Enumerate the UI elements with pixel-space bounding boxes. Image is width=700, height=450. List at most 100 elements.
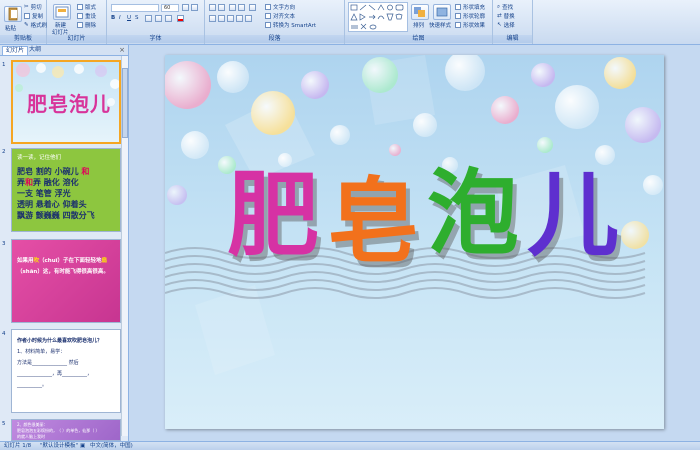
text-direction-label: 文字方向 (273, 5, 296, 11)
slide-thumbnail-5[interactable]: 2、颜色很美丽： 肥皂泡泡五彩缤纷的，（ ）的单色，仙那（ ） 的就人脑上我时 (11, 419, 121, 441)
thumb4-line: ______________，再__________， (17, 371, 93, 377)
shape-outline-button[interactable]: 形状轮廓 (455, 12, 485, 20)
font-color-icon[interactable] (177, 15, 184, 22)
paste-label: 粘贴 (5, 26, 17, 32)
close-pane-icon[interactable]: × (119, 46, 125, 54)
italic-button[interactable]: I (119, 15, 121, 21)
cursor-icon: ↖ (497, 22, 502, 28)
thumb5-line: 的就人脑上我时 (17, 434, 45, 439)
shape-fill-button[interactable]: 形状填充 (455, 3, 485, 11)
word-row: 弄和弄 融化 溶化 (17, 177, 95, 188)
format-painter-button[interactable]: ✎ 格式刷 (24, 21, 47, 29)
title-char-3: 泡 (427, 159, 520, 267)
shrink-font-icon[interactable] (191, 4, 198, 11)
shape-effects-button[interactable]: 形状效果 (455, 21, 485, 29)
strikethrough-icon[interactable] (145, 15, 152, 22)
cut-button[interactable]: ✂ 剪切 (24, 3, 42, 11)
word: 悬着心 (35, 199, 60, 209)
numbering-icon[interactable] (218, 4, 225, 11)
reset-button[interactable]: 重设 (77, 12, 96, 20)
align-text-icon (265, 13, 271, 19)
decrease-indent-icon[interactable] (229, 4, 236, 11)
word: 一支 (17, 188, 33, 198)
slide-number: 4 (2, 331, 6, 337)
arrange-button[interactable] (411, 4, 429, 20)
drawing-group: 排列 快速样式 形状填充 形状轮廓 形状效果 绘图 (345, 0, 493, 44)
slide-number: 3 (2, 241, 6, 247)
thumb4-line: 1、材料简单，易学： (17, 349, 66, 355)
word-row: 肥皂 割的 小碗儿 和 (17, 166, 95, 177)
slide-thumbnail-3[interactable]: 如果用吹（chuī）子在下面轻轻地扇（shān）这，有时能飞得很高很高。 (11, 239, 121, 323)
slide-number: 5 (2, 421, 6, 427)
new-slide-button[interactable] (53, 4, 71, 20)
text-direction-button[interactable]: 文字方向 (265, 3, 295, 11)
bold-button[interactable]: B (111, 15, 115, 21)
shapes-gallery[interactable] (348, 2, 408, 32)
font-name-select[interactable] (111, 4, 159, 12)
select-button[interactable]: ↖ 选择 (497, 21, 515, 29)
char-spacing-icon[interactable] (155, 15, 162, 22)
word: 仰着头 (62, 199, 87, 209)
slides-pane: 幻灯片 大纲 × 1 肥皂泡儿 2 读一读，记住他们 肥皂 割的 小碗儿 和 弄… (0, 45, 129, 441)
main-slide[interactable]: 肥 皂 泡 儿 (165, 55, 664, 429)
copy-button[interactable]: 复制 (24, 12, 43, 20)
scissors-icon: ✂ (24, 4, 29, 10)
layout-button[interactable]: 版式 (77, 3, 96, 11)
thumb4-content: 作者小时候为什么最喜欢吹肥皂泡儿？ 1、材料简单，易学： 方法是________… (17, 336, 119, 391)
quick-styles-button[interactable] (433, 4, 451, 20)
increase-indent-icon[interactable] (238, 4, 245, 11)
clipboard-group: 粘贴 ✂ 剪切 复制 ✎ 格式刷 剪贴板 (0, 0, 47, 44)
word: 肥皂 (17, 166, 33, 176)
shape-fill-label: 形状填充 (463, 5, 486, 11)
format-painter-label: 格式刷 (30, 23, 48, 29)
smartart-button[interactable]: 转换为 SmartArt (265, 21, 316, 29)
delete-button[interactable]: 删除 (77, 21, 96, 29)
bullets-icon[interactable] (209, 4, 216, 11)
slide-thumbnail-1[interactable]: 肥皂泡儿 (11, 60, 121, 144)
thumb3-text-3: （shān）这，有时能飞得很高很 (17, 269, 98, 275)
binoculars-icon: ⌕ (497, 3, 501, 10)
drawing-group-label: 绘图 (345, 35, 492, 43)
thumb4-line: 方法是______________ 然后 (17, 360, 79, 366)
scrollbar-thumb[interactable] (122, 68, 128, 138)
word-row: 一支 笔管 浮光 (17, 188, 95, 199)
thumb2-heading: 读一读，记住他们 (17, 155, 62, 161)
quick-styles-label: 快速样式 (429, 23, 452, 29)
slide-thumbnail-4[interactable]: 作者小时候为什么最喜欢吹肥皂泡儿？ 1、材料简单，易学： 方法是________… (11, 329, 121, 413)
word: 颤巍巍 (35, 210, 60, 220)
align-center-icon[interactable] (218, 15, 225, 22)
grow-font-icon[interactable] (182, 4, 189, 11)
effects-icon (455, 22, 461, 28)
shadow-button[interactable]: S (135, 15, 139, 21)
word-row: 飘游 颤巍巍 四散分飞 (17, 210, 95, 221)
align-left-icon[interactable] (209, 15, 216, 22)
word: 四散分飞 (62, 210, 95, 220)
clipboard-group-label: 剪贴板 (0, 35, 46, 43)
reset-icon (77, 13, 83, 19)
fill-bucket-icon (455, 4, 461, 10)
brush-icon: ✎ (24, 22, 29, 28)
thumb3-text: 如果用吹（chuī）子在下面轻轻地扇（shān）这，有时能飞得很高很高。 (17, 256, 117, 278)
slide-thumbnail-2[interactable]: 读一读，记住他们 肥皂 割的 小碗儿 和 弄和弄 融化 溶化 一支 笔管 浮光 … (11, 148, 121, 232)
font-group-label: 字体 (107, 35, 204, 43)
line-spacing-icon[interactable] (249, 4, 256, 11)
font-size-select[interactable]: 60 (161, 4, 179, 12)
pane-tabs: 幻灯片 大纲 × (0, 45, 128, 56)
paste-button[interactable] (4, 6, 22, 22)
replace-button[interactable]: ⇄ 替换 (497, 12, 515, 20)
pane-scrollbar[interactable] (121, 56, 128, 436)
replace-icon: ⇄ (497, 13, 502, 19)
quick-styles-icon (436, 7, 448, 17)
shape-outline-label: 形状轮廓 (463, 14, 486, 20)
shape-effects-label: 形状效果 (463, 23, 486, 29)
tab-slides[interactable]: 幻灯片 (2, 46, 29, 55)
tab-outline[interactable]: 大纲 (26, 46, 44, 54)
align-text-button[interactable]: 对齐文本 (265, 12, 295, 20)
justify-icon[interactable] (236, 15, 243, 22)
text-direction-icon (265, 4, 271, 10)
align-right-icon[interactable] (227, 15, 234, 22)
find-button[interactable]: ⌕ 查找 (497, 3, 513, 12)
change-case-icon[interactable] (165, 15, 172, 22)
columns-icon[interactable] (245, 15, 252, 22)
underline-button[interactable]: U (127, 15, 131, 21)
